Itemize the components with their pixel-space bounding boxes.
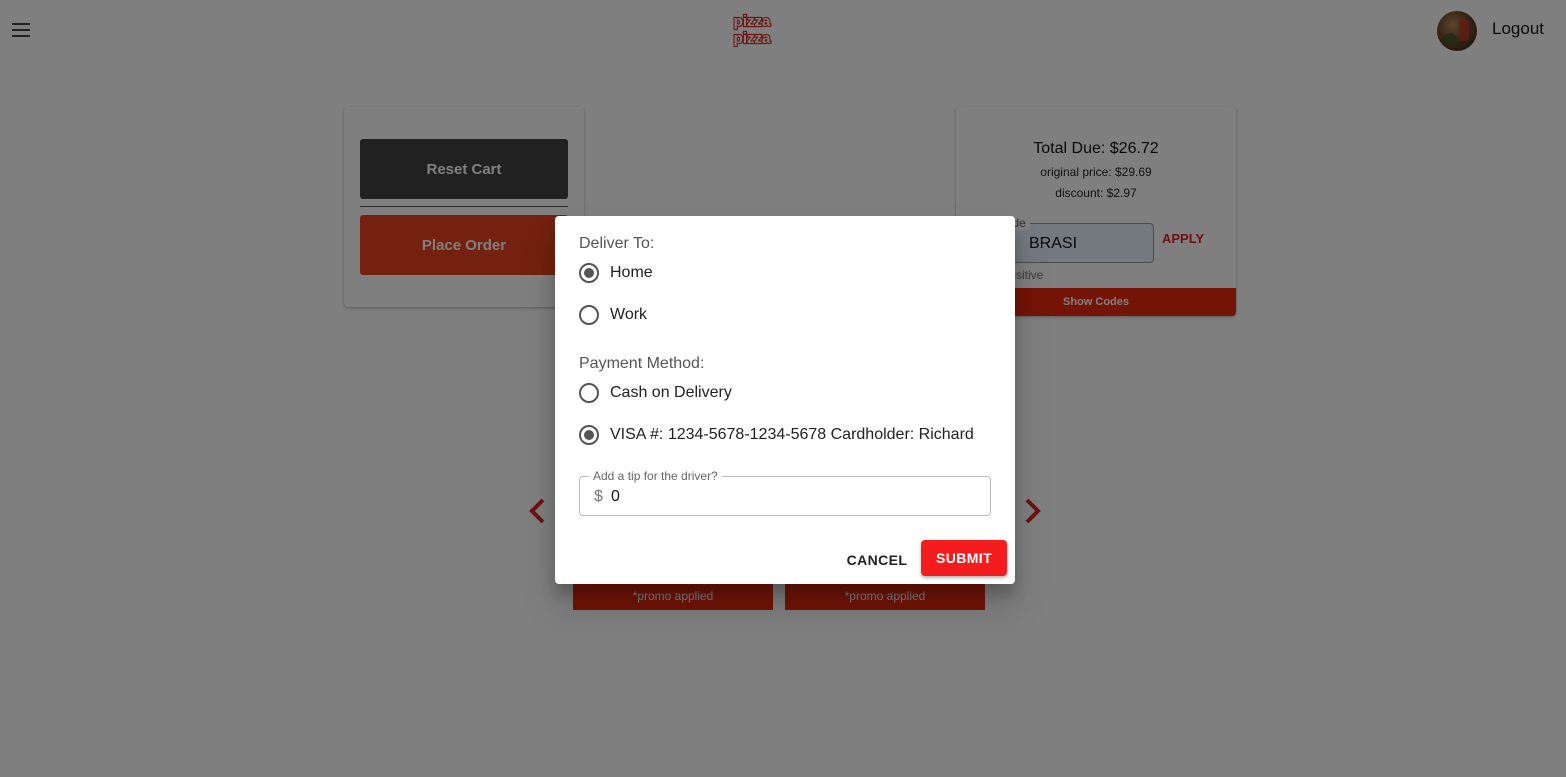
deliver-to-label: Deliver To: bbox=[579, 235, 655, 252]
radio-visa-card[interactable]: VISA #: 1234-5678-1234-5678 Cardholder: … bbox=[579, 423, 974, 447]
radio-work[interactable]: Work bbox=[579, 303, 647, 327]
radio-cash-on-delivery[interactable]: Cash on Delivery bbox=[579, 381, 732, 405]
radio-selected-icon bbox=[579, 425, 599, 445]
submit-button[interactable]: SUBMIT bbox=[921, 540, 1007, 576]
tip-label: Add a tip for the driver? bbox=[589, 469, 722, 483]
cancel-button[interactable]: CANCEL bbox=[837, 542, 917, 578]
radio-selected-icon bbox=[579, 263, 599, 283]
tip-input[interactable] bbox=[611, 486, 971, 508]
radio-unselected-icon bbox=[579, 305, 599, 325]
checkout-dialog: Deliver To: Home Work Payment Method: Ca… bbox=[555, 216, 1015, 584]
radio-label: Home bbox=[610, 264, 653, 281]
radio-unselected-icon bbox=[579, 383, 599, 403]
dollar-prefix: $ bbox=[594, 488, 603, 505]
payment-method-label: Payment Method: bbox=[579, 355, 705, 372]
radio-label: Cash on Delivery bbox=[610, 384, 732, 401]
radio-label: VISA #: 1234-5678-1234-5678 Cardholder: … bbox=[610, 426, 974, 443]
radio-label: Work bbox=[610, 306, 648, 323]
radio-home[interactable]: Home bbox=[579, 261, 653, 285]
tip-field[interactable]: Add a tip for the driver? $ bbox=[579, 469, 991, 516]
